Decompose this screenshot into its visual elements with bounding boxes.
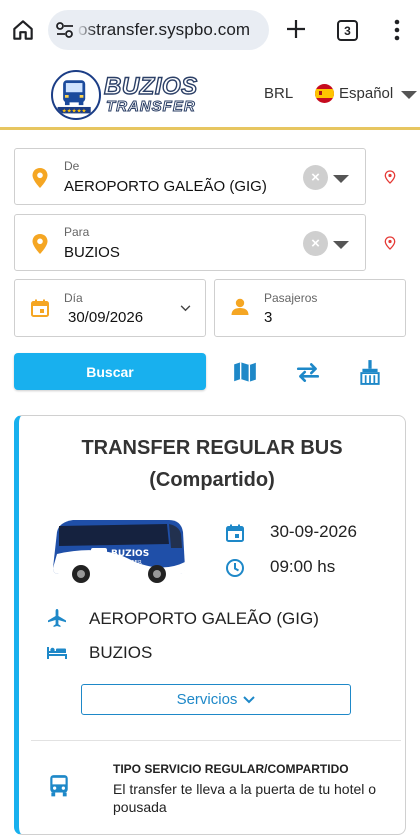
bus-logo-line1: BUZIOS	[111, 549, 149, 559]
address-bar[interactable]: ostransfer.syspbo.com	[48, 10, 269, 50]
transfer-date: 30-09-2026	[270, 522, 357, 541]
transfer-title: TRANSFER REGULAR BUS	[81, 437, 343, 459]
logo-text-buzios: BUZIOS	[103, 73, 198, 100]
bus-icon	[50, 775, 68, 797]
url-text: ostransfer.syspbo.com	[78, 20, 251, 39]
result-to: BUZIOS	[89, 643, 153, 662]
clock-icon	[226, 559, 244, 577]
from-chevron-icon[interactable]	[333, 175, 349, 183]
language-selector[interactable]: Español	[339, 85, 393, 102]
logo-bus-badge[interactable]: ★★★★★	[51, 70, 101, 120]
transfer-time: 09:00 hs	[270, 557, 336, 576]
browser-toolbar: ostransfer.syspbo.com 3	[0, 0, 420, 60]
passengers-value: 3	[264, 309, 273, 326]
home-icon[interactable]	[10, 17, 36, 43]
service-type-description: El transfer te lleva a la puerta de tu h…	[113, 781, 377, 815]
svg-text:★★★★★: ★★★★★	[62, 108, 87, 114]
currency-selector[interactable]: BRL	[264, 85, 293, 102]
search-button[interactable]: Buscar	[14, 353, 206, 390]
to-field[interactable]: Para BUZIOS ×	[14, 214, 366, 271]
tab-count: 3	[344, 23, 351, 38]
from-value: AEROPORTO GALEÃO (GIG)	[64, 178, 267, 195]
map-icon[interactable]	[232, 359, 258, 385]
calendar-icon	[226, 524, 244, 542]
language-chevron-icon[interactable]	[401, 91, 417, 99]
new-tab-icon[interactable]	[284, 17, 308, 41]
more-menu-icon[interactable]	[393, 18, 401, 42]
tabs-icon[interactable]: 3	[337, 20, 358, 41]
service-type-title: TIPO SERVICIO REGULAR/COMPARTIDO	[113, 762, 349, 776]
to-label: Para	[64, 225, 90, 239]
date-label: Día	[64, 291, 83, 305]
from-field[interactable]: De AEROPORTO GALEÃO (GIG) ×	[14, 148, 366, 205]
geolocate-from-icon[interactable]	[384, 170, 396, 184]
to-value: BUZIOS	[64, 244, 120, 261]
spain-flag-icon	[315, 84, 334, 103]
clear-to-icon[interactable]: ×	[303, 231, 328, 256]
transfer-subtitle: (Compartido)	[149, 469, 275, 491]
person-icon	[231, 298, 249, 315]
bus-logo-icon: ★★★★★	[57, 80, 91, 114]
chevron-down-icon	[243, 695, 256, 703]
bus-logo-line2: TRANSFER	[112, 560, 142, 566]
services-label: Servicios	[176, 691, 238, 708]
location-pin-icon	[32, 234, 48, 254]
clear-broom-icon[interactable]	[357, 359, 383, 385]
hotel-bed-icon	[47, 647, 67, 659]
services-button[interactable]: Servicios	[81, 684, 351, 715]
location-pin-icon	[32, 168, 48, 188]
swap-icon[interactable]	[295, 359, 321, 385]
passengers-label: Pasajeros	[264, 291, 318, 305]
date-value: 30/09/2026	[68, 309, 144, 326]
geolocate-to-icon[interactable]	[384, 236, 396, 250]
bus-image: BUZIOS TRANSFER	[53, 520, 185, 583]
result-from: AEROPORTO GALEÃO (GIG)	[89, 609, 319, 628]
calendar-icon	[31, 299, 49, 317]
to-chevron-icon[interactable]	[333, 241, 349, 249]
passengers-field[interactable]: Pasajeros 3	[214, 279, 406, 337]
site-settings-icon[interactable]	[55, 21, 75, 39]
site-header: ★★★★★ BUZIOS TRANSFER BRL Español	[0, 60, 420, 130]
clear-from-icon[interactable]: ×	[303, 165, 328, 190]
transfer-result-card: TRANSFER REGULAR BUS (Compartido) BUZIOS…	[14, 415, 406, 835]
date-chevron-icon[interactable]	[180, 305, 191, 312]
date-field[interactable]: Día 30/09/2026	[14, 279, 206, 337]
from-label: De	[64, 159, 80, 173]
logo-text-transfer: TRANSFER	[106, 98, 196, 115]
airplane-icon	[48, 609, 66, 627]
divider	[31, 740, 401, 741]
